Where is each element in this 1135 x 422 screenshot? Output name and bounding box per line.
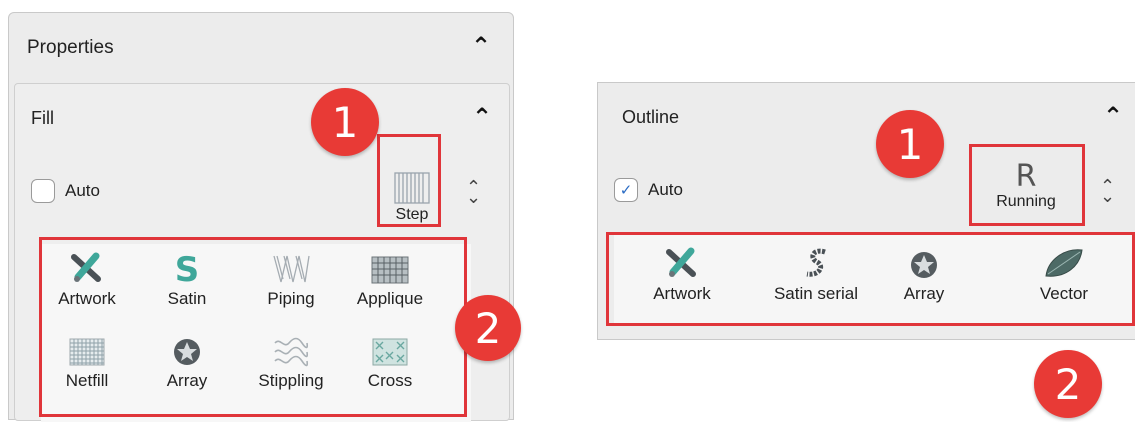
auto-checkbox-box[interactable]: ✓	[614, 178, 638, 202]
annotation-badge-2: 2	[455, 295, 521, 361]
auto-label: Auto	[65, 181, 100, 200]
annotation-badge-1: 1	[311, 88, 379, 156]
properties-title: Properties	[27, 37, 114, 58]
outline-mode-stepper[interactable]: ⌃ ⌄	[1100, 177, 1115, 205]
auto-label: Auto	[648, 180, 683, 199]
highlight-current-fill-mode	[377, 134, 441, 227]
highlight-fill-gallery	[39, 237, 467, 417]
annotation-badge-1: 1	[876, 110, 944, 178]
collapse-properties-button[interactable]: ⌃	[471, 35, 491, 59]
auto-checkbox[interactable]: Auto	[31, 179, 100, 203]
annotation-badge-2: 2	[1034, 350, 1102, 418]
highlight-outline-gallery	[606, 232, 1135, 326]
highlight-current-outline-mode	[969, 144, 1085, 226]
collapse-fill-button[interactable]: ⌃	[472, 106, 492, 130]
collapse-outline-button[interactable]: ⌃	[1103, 105, 1123, 129]
fill-title: Fill	[31, 108, 54, 128]
fill-mode-stepper[interactable]: ⌃ ⌄	[466, 178, 481, 206]
auto-checkbox[interactable]: ✓ Auto	[614, 178, 683, 202]
auto-checkbox-box[interactable]	[31, 179, 55, 203]
outline-title: Outline	[622, 107, 680, 127]
